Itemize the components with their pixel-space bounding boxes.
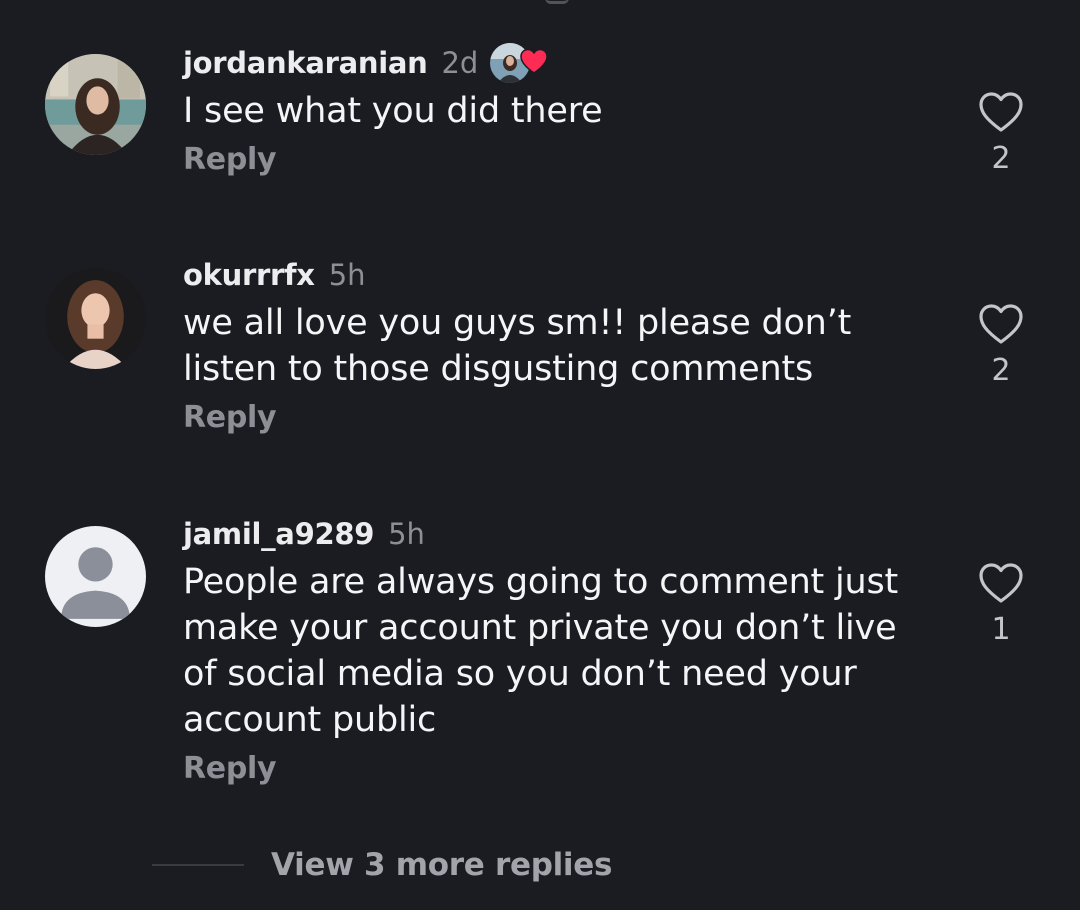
comments-panel: jordankaranian 2d I see what you did the… [0,0,1080,910]
comment-body: jordankaranian 2d I see what you did the… [183,43,943,177]
avatar[interactable] [45,268,146,369]
like-count: 2 [991,141,1011,176]
reply-button[interactable]: Reply [183,142,943,177]
creator-liked-badge [490,43,549,83]
avatar[interactable] [45,526,146,627]
reply-button[interactable]: Reply [183,751,943,786]
username[interactable]: okurrrfx [183,258,315,292]
like-control: 2 [972,90,1030,176]
heart-outline-icon[interactable] [977,302,1025,346]
comment-body: jamil_a9289 5h People are always going t… [183,517,943,786]
comment-text: I see what you did there [183,91,603,131]
comment-text: we all love you guys sm!! please don’t l… [183,303,852,389]
like-count: 2 [991,353,1011,388]
view-more-replies[interactable]: View 3 more replies [152,840,612,890]
heart-outline-icon[interactable] [977,561,1025,605]
like-count: 1 [991,612,1011,647]
avatar[interactable] [45,54,146,155]
comment-body: okurrrfx 5h we all love you guys sm!! pl… [183,258,943,435]
reply-button[interactable]: Reply [183,400,943,435]
heart-outline-icon[interactable] [977,90,1025,134]
divider [152,864,244,866]
timestamp: 5h [388,517,425,551]
comment-text: People are always going to comment just … [183,562,899,740]
timestamp: 2d [441,46,479,80]
scroll-cut-indicator [545,0,569,4]
timestamp: 5h [328,258,366,292]
username[interactable]: jamil_a9289 [183,517,374,551]
view-more-replies-label[interactable]: View 3 more replies [271,847,612,883]
heart-filled-icon [520,48,549,74]
like-control: 1 [972,561,1030,647]
username[interactable]: jordankaranian [183,46,428,80]
like-control: 2 [972,302,1030,388]
